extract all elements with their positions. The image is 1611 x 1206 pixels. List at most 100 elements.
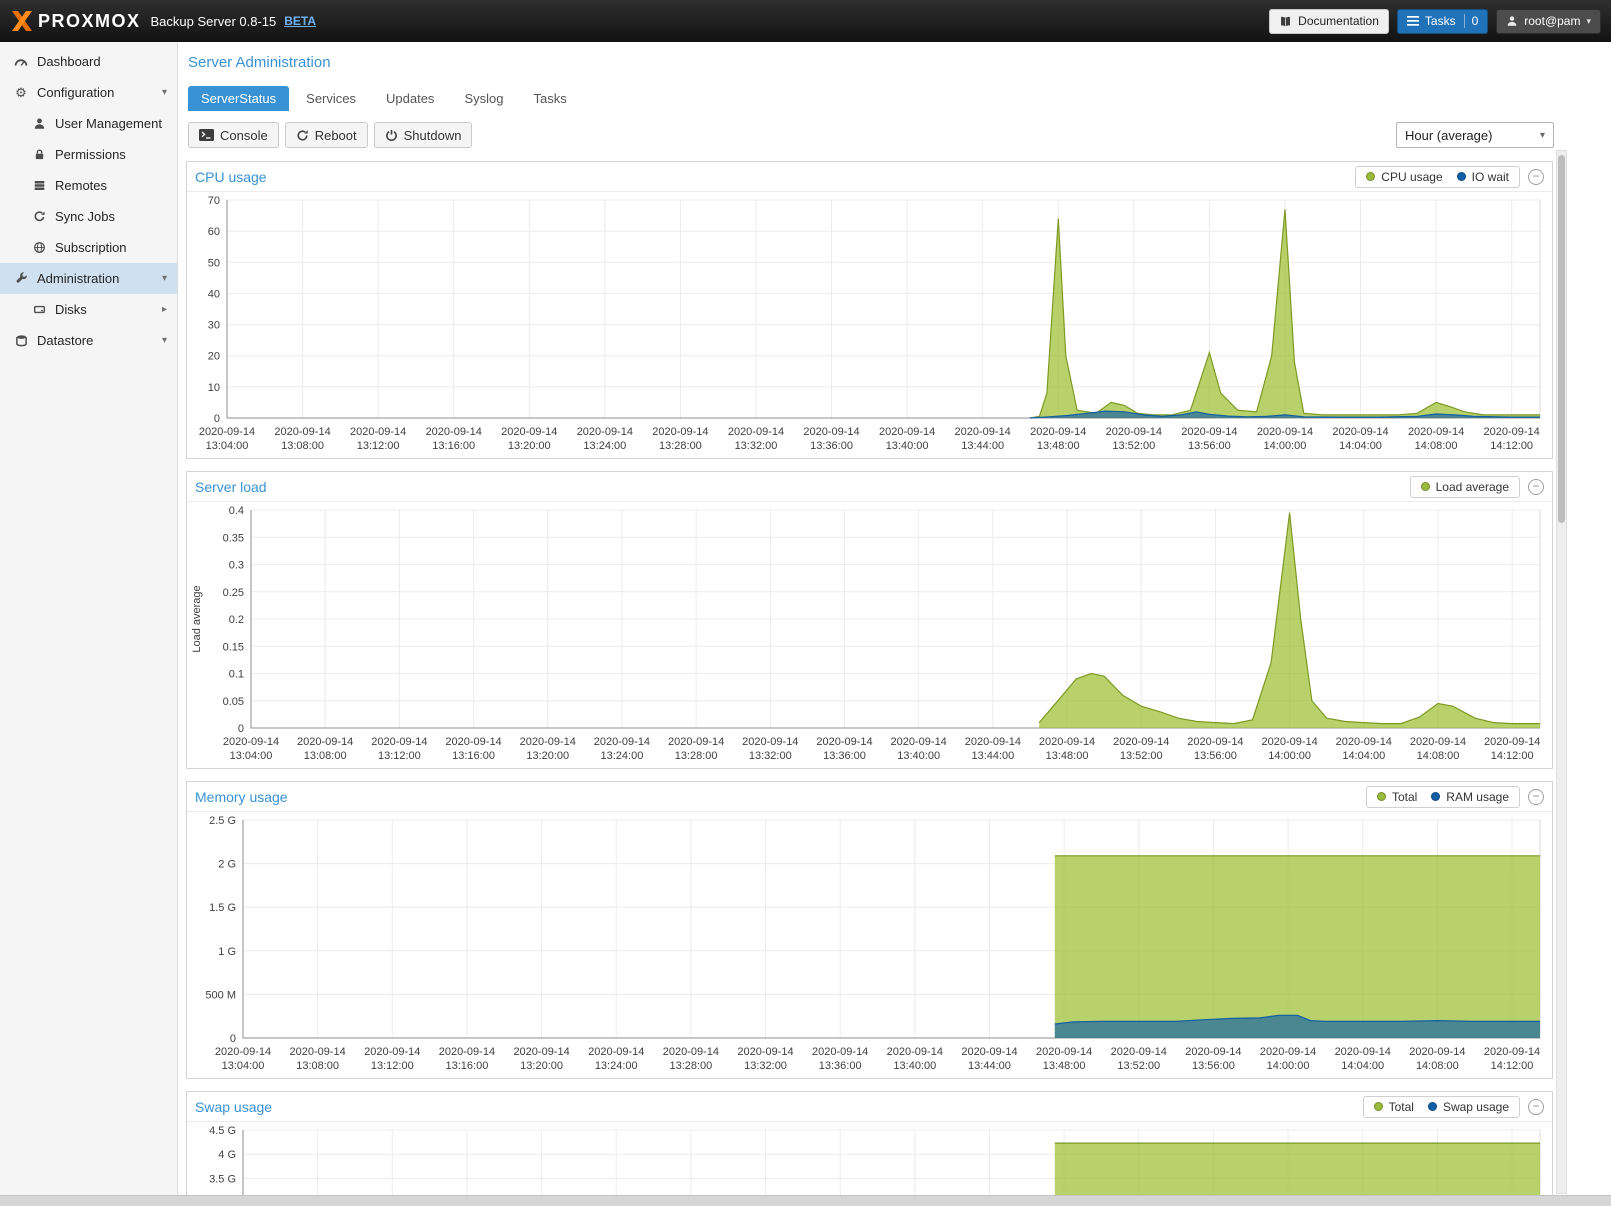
legend-item[interactable]: Load average [1421, 480, 1509, 494]
panel-title: Swap usage [195, 1099, 1363, 1115]
horizontal-scrollbar[interactable] [0, 1195, 1611, 1206]
sidebar-item-sync-jobs[interactable]: Sync Jobs [0, 201, 177, 232]
svg-text:2020-09-14: 2020-09-14 [501, 426, 557, 438]
svg-text:2020-09-14: 2020-09-14 [1111, 1046, 1167, 1058]
svg-text:13:44:00: 13:44:00 [971, 750, 1014, 762]
svg-text:2020-09-14: 2020-09-14 [668, 736, 724, 748]
chevron-down-icon: ▾ [162, 335, 167, 346]
tab-serverstatus[interactable]: ServerStatus [188, 86, 289, 111]
user-icon [1506, 15, 1518, 27]
svg-text:2020-09-14: 2020-09-14 [1408, 426, 1464, 438]
svg-text:2020-09-14: 2020-09-14 [742, 736, 798, 748]
reboot-button[interactable]: Reboot [285, 122, 368, 148]
sidebar-item-disks[interactable]: Disks ▸ [0, 294, 177, 325]
svg-text:13:12:00: 13:12:00 [378, 750, 421, 762]
svg-text:14:04:00: 14:04:00 [1339, 440, 1382, 452]
svg-text:2020-09-14: 2020-09-14 [439, 1046, 495, 1058]
timeframe-select[interactable]: Hour (average) ▾ [1396, 122, 1554, 148]
tab-services[interactable]: Services [293, 86, 369, 111]
collapse-panel-button[interactable]: − [1528, 1099, 1544, 1115]
legend-item[interactable]: RAM usage [1431, 790, 1509, 804]
svg-text:2020-09-14: 2020-09-14 [1336, 736, 1392, 748]
svg-text:13:40:00: 13:40:00 [893, 1060, 936, 1072]
tasks-button[interactable]: Tasks 0 [1397, 9, 1488, 34]
svg-text:Load average: Load average [191, 585, 203, 652]
svg-text:14:00:00: 14:00:00 [1264, 440, 1307, 452]
svg-text:13:12:00: 13:12:00 [371, 1060, 414, 1072]
svg-text:2020-09-14: 2020-09-14 [1332, 426, 1388, 438]
svg-text:4.5 G: 4.5 G [209, 1125, 236, 1137]
collapse-panel-button[interactable]: − [1528, 169, 1544, 185]
svg-text:2 G: 2 G [218, 859, 236, 871]
swap-usage-panel: Swap usage TotalSwap usage − 2020-09-141… [186, 1091, 1553, 1206]
svg-text:14:08:00: 14:08:00 [1415, 440, 1458, 452]
svg-text:2020-09-14: 2020-09-14 [1185, 1046, 1241, 1058]
tasks-label: Tasks [1425, 14, 1456, 28]
legend-dot-icon [1421, 482, 1430, 491]
console-button[interactable]: Console [188, 122, 279, 148]
legend-item[interactable]: CPU usage [1366, 170, 1442, 184]
shutdown-button[interactable]: Shutdown [374, 122, 473, 148]
svg-text:0.2: 0.2 [229, 614, 244, 626]
sidebar-item-label: Datastore [37, 333, 93, 348]
svg-text:2020-09-14: 2020-09-14 [1484, 736, 1540, 748]
user-menu-button[interactable]: root@pam ▾ [1496, 9, 1601, 34]
svg-text:2020-09-14: 2020-09-14 [728, 426, 784, 438]
legend-item[interactable]: Total [1374, 1100, 1414, 1114]
sidebar-item-permissions[interactable]: Permissions [0, 139, 177, 170]
tab-syslog[interactable]: Syslog [451, 86, 516, 111]
cpu-usage-chart: 2020-09-1413:04:002020-09-1413:08:002020… [187, 192, 1552, 458]
beta-link[interactable]: BETA [284, 14, 316, 28]
panel-title: Memory usage [195, 789, 1366, 805]
svg-text:13:48:00: 13:48:00 [1043, 1060, 1086, 1072]
svg-text:2020-09-14: 2020-09-14 [426, 426, 482, 438]
svg-text:0: 0 [230, 1033, 236, 1045]
svg-text:2020-09-14: 2020-09-14 [816, 736, 872, 748]
legend-label: IO wait [1472, 170, 1509, 184]
sidebar: Dashboard ⚙ Configuration ▾ User Managem… [0, 42, 178, 1206]
svg-text:14:04:00: 14:04:00 [1342, 750, 1385, 762]
sidebar-item-dashboard[interactable]: Dashboard [0, 46, 177, 77]
toolbar: Console Reboot Shutdown Hour (average) ▾ [188, 121, 1611, 149]
legend-label: Load average [1436, 480, 1509, 494]
scrollbar-thumb[interactable] [1558, 155, 1565, 523]
server-load-panel: Server load Load average − 2020-09-1413:… [186, 471, 1553, 769]
chevron-down-icon: ▾ [1540, 130, 1545, 141]
sidebar-item-subscription[interactable]: Subscription [0, 232, 177, 263]
legend-label: Swap usage [1443, 1100, 1509, 1114]
user-label: root@pam [1524, 14, 1580, 28]
sidebar-item-user-management[interactable]: User Management [0, 108, 177, 139]
legend-item[interactable]: Swap usage [1428, 1100, 1509, 1114]
svg-text:0.4: 0.4 [229, 505, 244, 517]
svg-text:13:24:00: 13:24:00 [583, 440, 626, 452]
tab-tasks[interactable]: Tasks [520, 86, 579, 111]
sidebar-item-remotes[interactable]: Remotes [0, 170, 177, 201]
svg-text:13:56:00: 13:56:00 [1192, 1060, 1235, 1072]
legend-item[interactable]: Total [1377, 790, 1417, 804]
svg-text:13:16:00: 13:16:00 [432, 440, 475, 452]
svg-text:2020-09-14: 2020-09-14 [1030, 426, 1086, 438]
svg-text:2020-09-14: 2020-09-14 [1484, 1046, 1540, 1058]
tab-updates[interactable]: Updates [373, 86, 447, 111]
vertical-scrollbar[interactable] [1556, 150, 1567, 1194]
svg-text:10: 10 [208, 382, 220, 394]
sync-icon [30, 210, 48, 223]
sidebar-item-configuration[interactable]: ⚙ Configuration ▾ [0, 77, 177, 108]
documentation-button[interactable]: Documentation [1269, 9, 1389, 34]
sidebar-item-datastore[interactable]: Datastore ▾ [0, 325, 177, 356]
sidebar-item-administration[interactable]: Administration ▾ [0, 263, 177, 294]
svg-text:13:40:00: 13:40:00 [886, 440, 929, 452]
legend-item[interactable]: IO wait [1457, 170, 1509, 184]
svg-text:4 G: 4 G [218, 1149, 236, 1161]
svg-text:13:32:00: 13:32:00 [749, 750, 792, 762]
svg-text:13:28:00: 13:28:00 [675, 750, 718, 762]
svg-text:2020-09-14: 2020-09-14 [364, 1046, 420, 1058]
chart-legend: Load average [1410, 476, 1520, 498]
database-icon [12, 334, 30, 347]
collapse-panel-button[interactable]: − [1528, 789, 1544, 805]
collapse-panel-button[interactable]: − [1528, 479, 1544, 495]
svg-text:0.05: 0.05 [223, 696, 244, 708]
svg-text:2020-09-14: 2020-09-14 [371, 736, 427, 748]
svg-text:2020-09-14: 2020-09-14 [594, 736, 650, 748]
svg-text:0: 0 [214, 413, 220, 425]
